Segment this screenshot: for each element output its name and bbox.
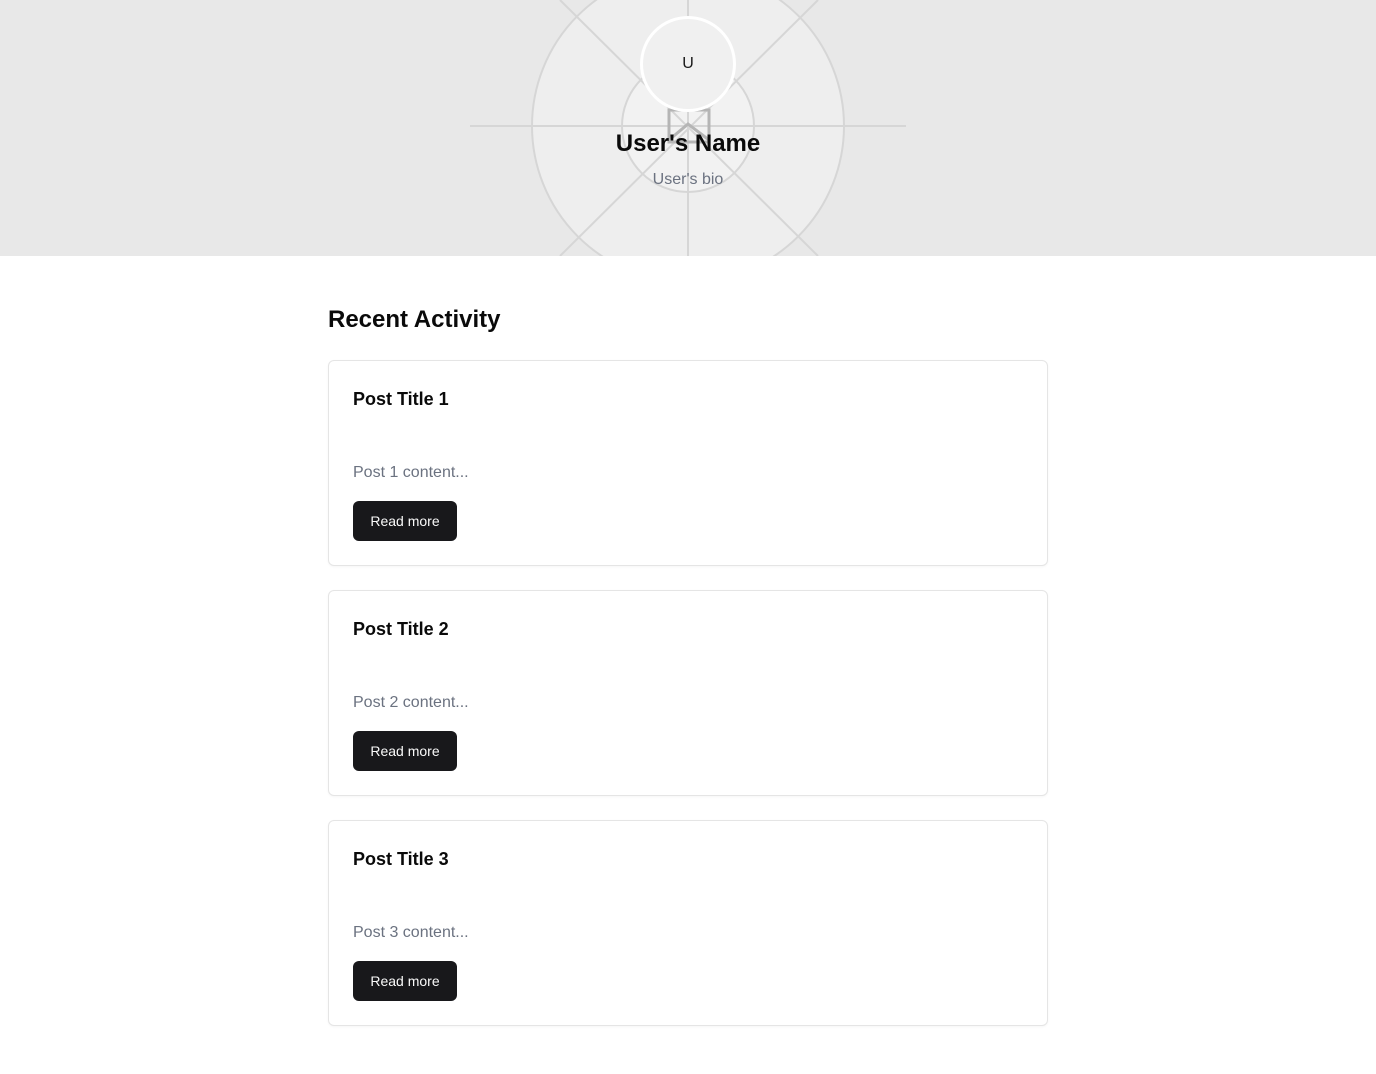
read-more-button[interactable]: Read more bbox=[353, 501, 457, 541]
post-content: Post 2 content... bbox=[353, 694, 469, 711]
post-title: Post Title 3 bbox=[353, 849, 449, 869]
profile-banner: U User's Name User's bio bbox=[0, 0, 1376, 256]
post-content: Post 3 content... bbox=[353, 924, 469, 941]
post-card: Post Title 1 Post 1 content... Read more bbox=[328, 360, 1048, 566]
post-card: Post Title 3 Post 3 content... Read more bbox=[328, 820, 1048, 1026]
read-more-button[interactable]: Read more bbox=[353, 731, 457, 771]
user-name: User's Name bbox=[615, 130, 761, 157]
avatar: U bbox=[640, 16, 736, 112]
post-title: Post Title 1 bbox=[353, 389, 449, 409]
post-content: Post 1 content... bbox=[353, 464, 469, 481]
user-bio: User's bio bbox=[652, 171, 724, 188]
post-title: Post Title 2 bbox=[353, 619, 449, 639]
avatar-initial: U bbox=[682, 55, 694, 72]
post-card: Post Title 2 Post 2 content... Read more bbox=[328, 590, 1048, 796]
read-more-button[interactable]: Read more bbox=[353, 961, 457, 1001]
recent-activity-heading: Recent Activity bbox=[328, 306, 501, 333]
